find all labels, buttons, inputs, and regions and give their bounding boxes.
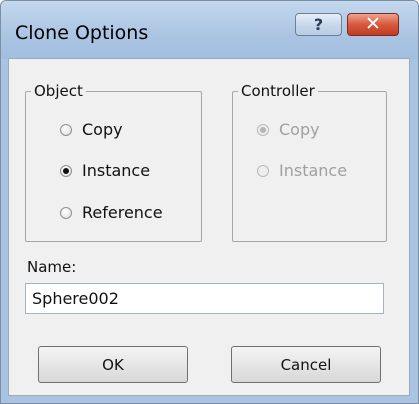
close-button[interactable]: ✕ (347, 13, 399, 36)
title-bar[interactable]: Clone Options ? ✕ (1, 1, 418, 59)
radio-dot (60, 206, 72, 219)
question-mark-icon: ? (313, 15, 324, 34)
controller-group-label: Controller (241, 82, 315, 100)
radio-dot (60, 123, 72, 136)
ok-button[interactable]: OK (38, 346, 188, 383)
object-instance-radio[interactable]: Instance (60, 161, 150, 180)
radio-dot-selected (60, 164, 72, 177)
object-copy-label: Copy (82, 120, 123, 139)
help-button[interactable]: ? (295, 13, 342, 36)
object-reference-radio[interactable]: Reference (60, 203, 163, 222)
radio-dot (257, 164, 269, 177)
name-label: Name: (27, 258, 77, 276)
object-copy-radio[interactable]: Copy (60, 120, 123, 139)
name-input[interactable] (25, 283, 384, 314)
radio-dot-selected (257, 123, 269, 136)
close-icon: ✕ (365, 13, 381, 35)
object-instance-label: Instance (82, 161, 151, 180)
controller-copy-label: Copy (279, 120, 320, 139)
dialog-title: Clone Options (15, 22, 149, 44)
cancel-button[interactable]: Cancel (231, 346, 381, 383)
object-group-label: Object (34, 82, 83, 100)
controller-copy-radio: Copy (257, 120, 320, 139)
object-reference-label: Reference (82, 203, 163, 222)
controller-instance-radio: Instance (257, 161, 347, 180)
controller-instance-label: Instance (279, 161, 348, 180)
